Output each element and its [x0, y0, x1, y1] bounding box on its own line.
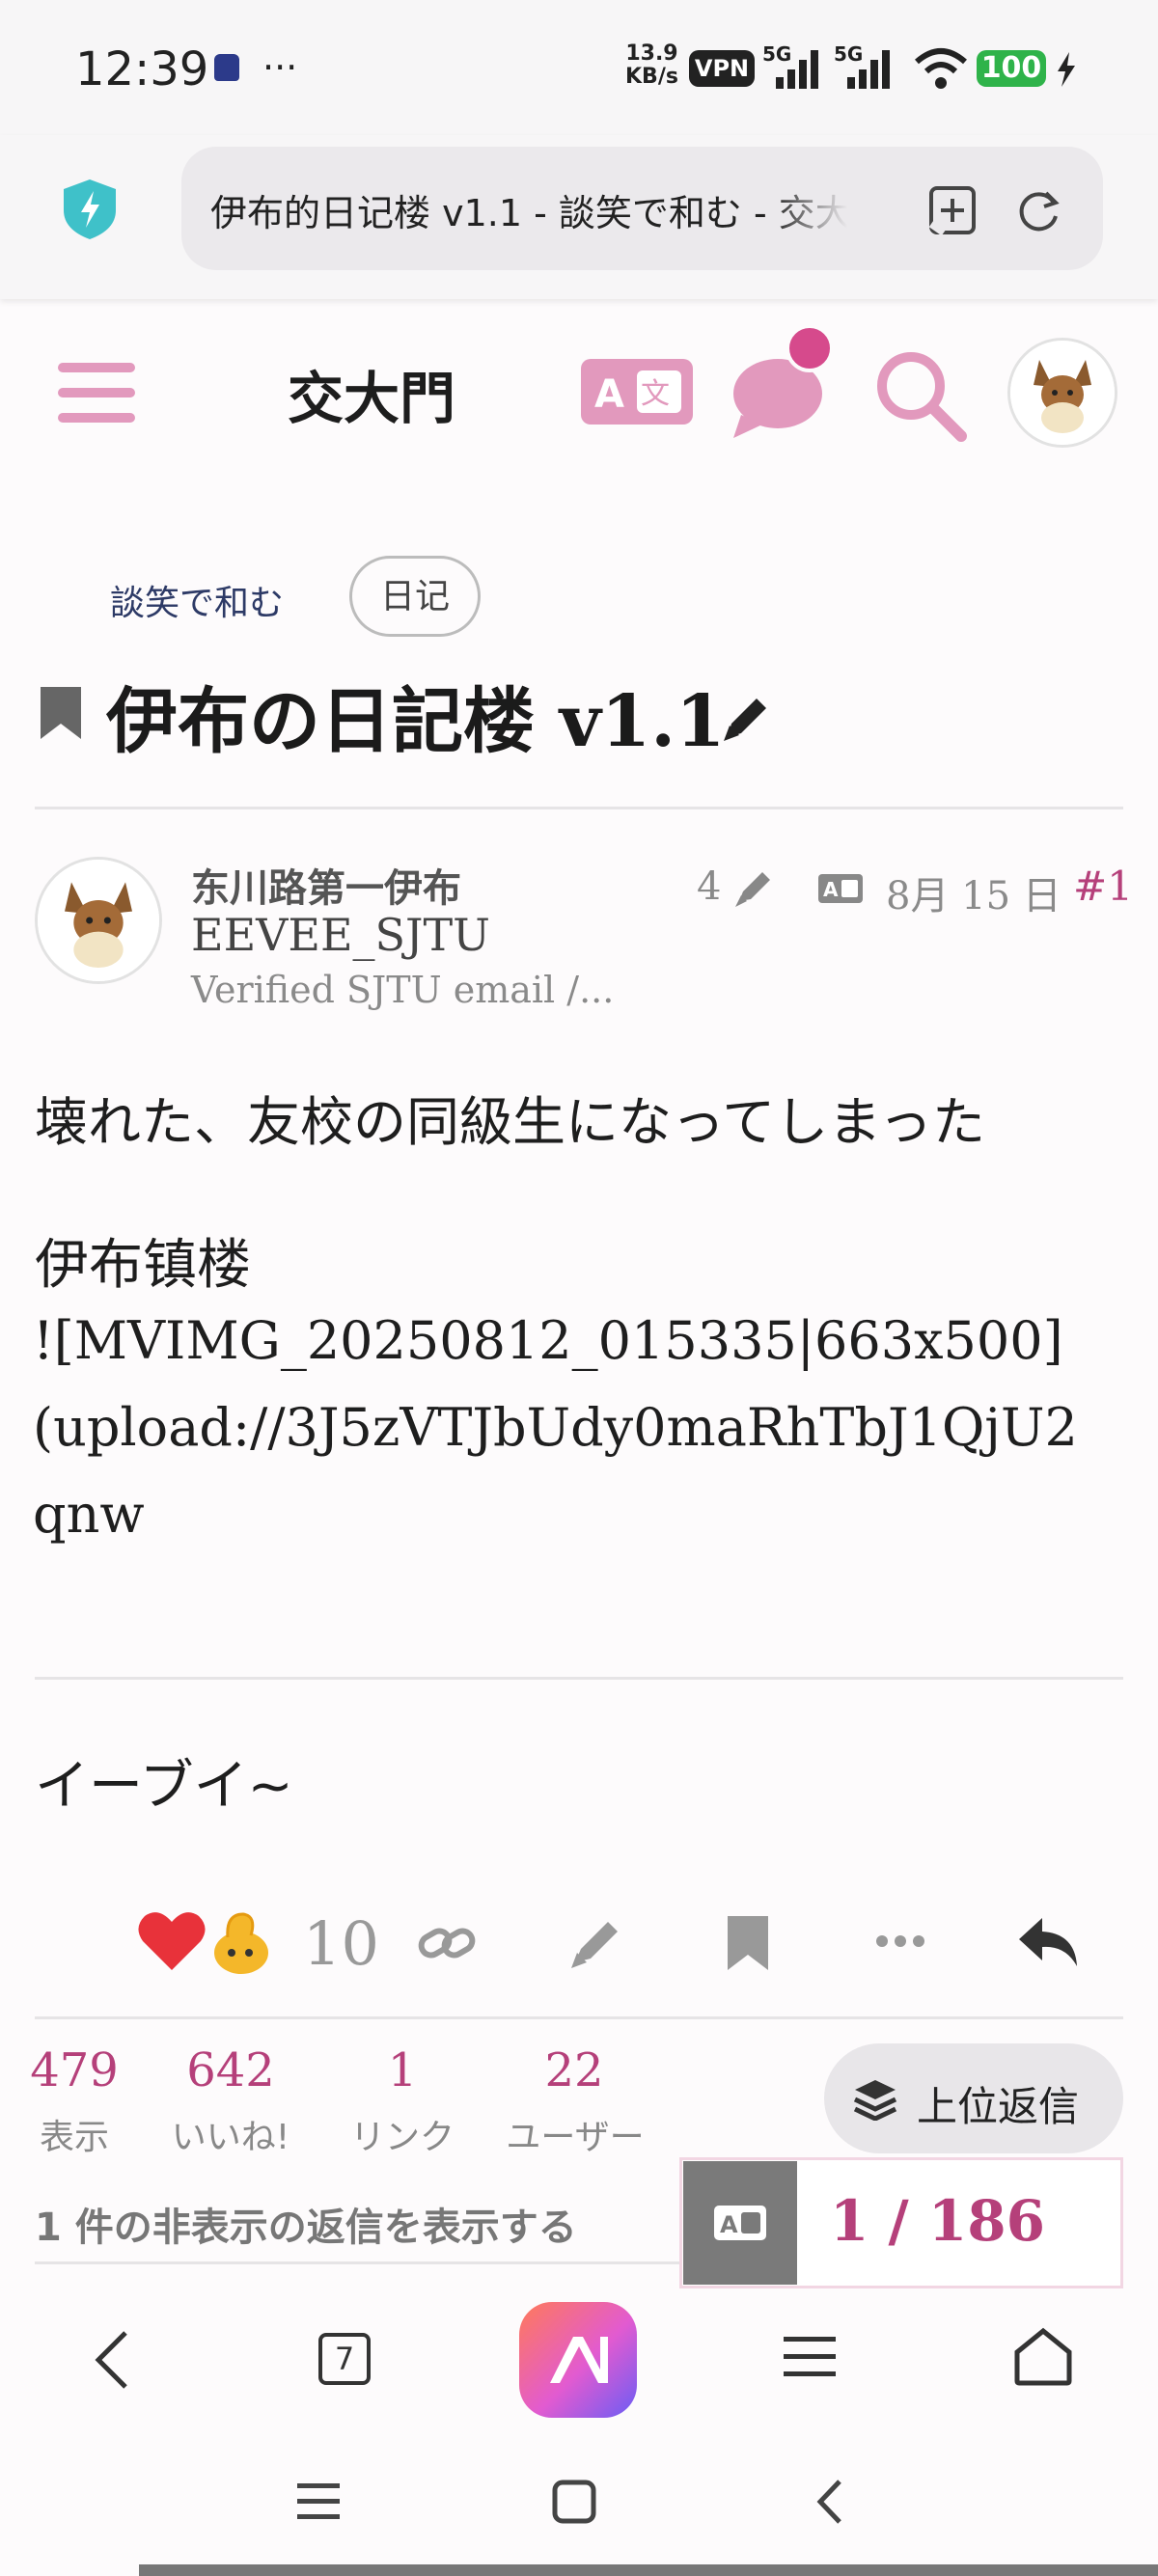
author-username[interactable]: EEVEE_SJTU: [191, 909, 490, 961]
divider: [35, 2016, 1123, 2019]
post-line: qnw: [33, 1484, 145, 1545]
tabs-button[interactable]: 7: [318, 2333, 371, 2385]
heart-reaction-icon[interactable]: [137, 1908, 207, 1972]
divider: [35, 807, 1123, 809]
wifi-icon: [915, 48, 967, 89]
post-line: (upload://3J5zVTJbUdy0maRhTbJ1QjU2: [33, 1397, 1078, 1458]
edit-history-icon[interactable]: [733, 866, 776, 909]
recent-apps-icon[interactable]: [295, 2480, 342, 2522]
category-link[interactable]: 談笑で和む: [110, 575, 284, 625]
back-icon[interactable]: [93, 2329, 131, 2391]
vpn-badge: VPN: [689, 50, 755, 87]
shield-bolt-icon[interactable]: [60, 178, 120, 241]
post-number[interactable]: #1: [1073, 863, 1133, 910]
eevee-avatar-image: [38, 860, 159, 981]
home-icon[interactable]: [1013, 2327, 1073, 2387]
post-date[interactable]: 8月 15 日: [886, 864, 1062, 920]
net-speed: 13.9 KB/s: [625, 41, 678, 89]
users-label: ユーザー: [506, 2118, 645, 2157]
layers-icon: [853, 2080, 897, 2121]
home-button-icon[interactable]: [552, 2480, 596, 2524]
post-line: 壊れた、友校の同級生になってしまった: [35, 1091, 986, 1153]
add-bookmark-icon[interactable]: [928, 185, 977, 235]
translate-icon: A: [714, 2206, 766, 2240]
translate-toggle-button[interactable]: A: [683, 2161, 797, 2285]
translate-post-icon[interactable]: A: [818, 874, 863, 903]
svg-text:A: A: [594, 372, 624, 417]
edit-post-icon[interactable]: [567, 1914, 625, 1972]
author-title: Verified SJTU email /...: [191, 969, 615, 1011]
app-notification-icon: [214, 54, 239, 81]
post-line: 伊布镇楼: [35, 1234, 251, 1297]
svg-text:A: A: [720, 2211, 738, 2238]
users-count: 22: [544, 2043, 604, 2097]
likes-label: いいね!: [171, 2118, 290, 2157]
hamburger-menu-icon[interactable]: [56, 359, 137, 426]
signal-icon: [847, 50, 890, 89]
menu-icon[interactable]: [782, 2333, 838, 2381]
browser-logo-button[interactable]: [519, 2302, 637, 2418]
post-line: イーブイ~: [35, 1755, 293, 1818]
user-avatar[interactable]: [1007, 338, 1117, 448]
tag-badge[interactable]: 日记: [349, 556, 481, 637]
bookmark-icon[interactable]: [39, 685, 83, 741]
notification-dot: [786, 324, 834, 372]
top-replies-button[interactable]: 上位返信: [824, 2043, 1123, 2153]
reply-icon[interactable]: [1017, 1914, 1079, 1968]
status-time: 12:39: [75, 42, 209, 96]
flexing-reaction-icon[interactable]: [210, 1908, 274, 1976]
top-replies-label: 上位返信: [917, 2083, 1080, 2130]
views-count: 479: [30, 2043, 119, 2097]
reload-icon[interactable]: [1015, 187, 1062, 233]
post-line: ![MVIMG_20250812_015335|663x500]: [33, 1310, 1063, 1371]
browser-logo-icon: [550, 2337, 608, 2383]
address-bar-title[interactable]: 伊布的日记楼 v1.1 - 談笑で和む - 交大門: [210, 183, 847, 236]
more-actions-icon[interactable]: [874, 1933, 926, 1949]
bookmark-post-icon[interactable]: [726, 1914, 770, 1972]
translate-icon[interactable]: A文: [581, 359, 693, 425]
charging-icon: [1058, 52, 1075, 87]
svg-text:A: A: [823, 878, 839, 901]
author-name[interactable]: 东川路第一伊布: [191, 857, 461, 913]
svg-text:文: 文: [641, 377, 670, 411]
links-label: リンク: [349, 2118, 455, 2157]
show-hidden-replies[interactable]: 1 件の非表示の返信を表示する: [35, 2196, 577, 2252]
eevee-avatar-image: [1010, 341, 1115, 445]
link-icon[interactable]: [417, 1920, 477, 1964]
topic-title[interactable]: 伊布の日記楼 v1.1: [106, 664, 726, 767]
reaction-count[interactable]: 10: [303, 1908, 379, 1979]
author-avatar[interactable]: [35, 857, 162, 984]
tabs-count: 7: [334, 2341, 355, 2377]
edit-count[interactable]: 4: [697, 864, 721, 909]
home-indicator: [139, 2564, 1158, 2576]
divider: [35, 1677, 1123, 1680]
system-back-icon[interactable]: [814, 2478, 843, 2526]
links-count: 1: [387, 2043, 418, 2097]
edit-title-icon[interactable]: [720, 691, 774, 745]
divider: [35, 2261, 679, 2264]
signal-icon: [776, 50, 818, 89]
progress-indicator[interactable]: 1 / 186: [830, 2188, 1045, 2254]
views-label: 表示: [39, 2118, 109, 2157]
search-icon[interactable]: [874, 349, 967, 442]
status-more: ···: [262, 46, 298, 89]
likes-count: 642: [186, 2043, 275, 2097]
battery-indicator: 100: [977, 50, 1046, 87]
site-title[interactable]: 交大門: [288, 353, 455, 434]
